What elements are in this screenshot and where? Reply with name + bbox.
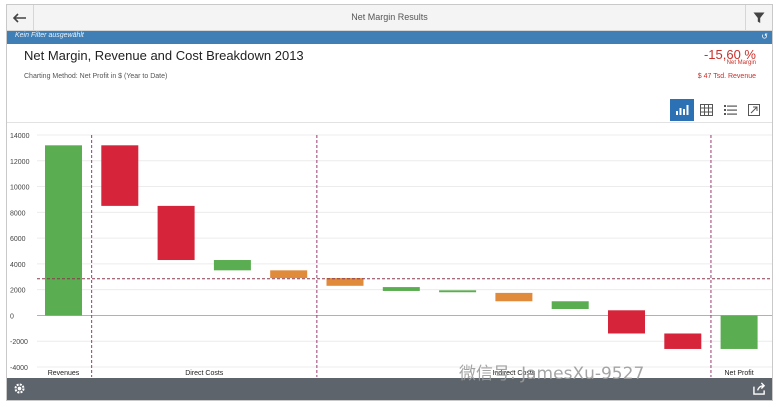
y-tick-label: 4000 <box>10 262 26 269</box>
watermark: 微信号: JamesXu-9527 <box>459 364 645 384</box>
gear-icon[interactable] <box>13 382 26 395</box>
reset-filter-icon[interactable]: ↺ <box>761 32 768 41</box>
view-switcher <box>670 99 766 121</box>
waterfall-bar <box>439 290 477 293</box>
filter-status: Kein Filter ausgewählt <box>15 32 84 39</box>
list-view-icon <box>723 105 737 115</box>
divider <box>7 122 772 123</box>
waterfall-bar <box>213 260 251 271</box>
waterfall-bar <box>495 292 533 302</box>
waterfall-bar <box>270 270 308 279</box>
group-label: Net Profit <box>725 370 754 377</box>
funnel-icon <box>753 12 765 23</box>
group-label: Revenues <box>48 370 80 377</box>
filter-bar: Kein Filter ausgewählt ↺ <box>7 31 772 44</box>
y-tick-label: 0 <box>10 313 14 320</box>
y-tick-label: 8000 <box>10 210 26 217</box>
waterfall-bar <box>382 287 420 291</box>
fullscreen-button[interactable] <box>742 99 766 121</box>
y-tick-label: -4000 <box>10 365 28 372</box>
chart-svg: -4000 -2000 0 2000 4000 6000 8000 10000 12000 140… <box>10 133 772 377</box>
chart-view-icon <box>676 105 689 115</box>
list-view-button[interactable] <box>718 99 742 121</box>
app-frame: Net Margin Results Kein Filter ausgewähl… <box>6 4 773 401</box>
group-label: Direct Costs <box>185 370 224 377</box>
chart-view-button[interactable] <box>670 99 694 121</box>
waterfall-bar <box>45 145 82 316</box>
revenue-value: $ 47 Tsd. Revenue <box>697 73 756 80</box>
waterfall-bar <box>720 315 758 349</box>
share-icon[interactable] <box>753 382 766 395</box>
table-view-icon <box>699 104 713 116</box>
bottom-bar <box>7 378 772 400</box>
net-margin-label: Net Margin <box>726 60 756 66</box>
fullscreen-icon <box>748 104 760 116</box>
y-tick-label: 10000 <box>10 185 30 192</box>
top-bar: Net Margin Results <box>7 5 772 31</box>
waterfall-bar <box>608 310 645 334</box>
y-tick-label: 6000 <box>10 236 26 243</box>
waterfall-bar <box>664 333 702 349</box>
filter-button[interactable] <box>745 5 772 30</box>
waterfall-bar <box>157 205 195 261</box>
y-tick-label: 2000 <box>10 288 26 295</box>
waterfall-bar <box>551 301 589 309</box>
page-title: Net Margin Results <box>351 12 428 22</box>
waterfall-bar <box>101 145 139 206</box>
y-tick-label: -2000 <box>10 339 28 346</box>
charting-method: Charting Method: Net Profit in $ (Year t… <box>24 73 168 80</box>
y-tick-label: 12000 <box>10 159 30 166</box>
y-tick-label: 14000 <box>10 133 30 140</box>
table-view-button[interactable] <box>694 99 718 121</box>
waterfall-bar <box>326 278 364 286</box>
waterfall-chart: -4000 -2000 0 2000 4000 6000 8000 10000 12000 140… <box>7 127 772 377</box>
chart-title: Net Margin, Revenue and Cost Breakdown 2… <box>24 48 304 63</box>
